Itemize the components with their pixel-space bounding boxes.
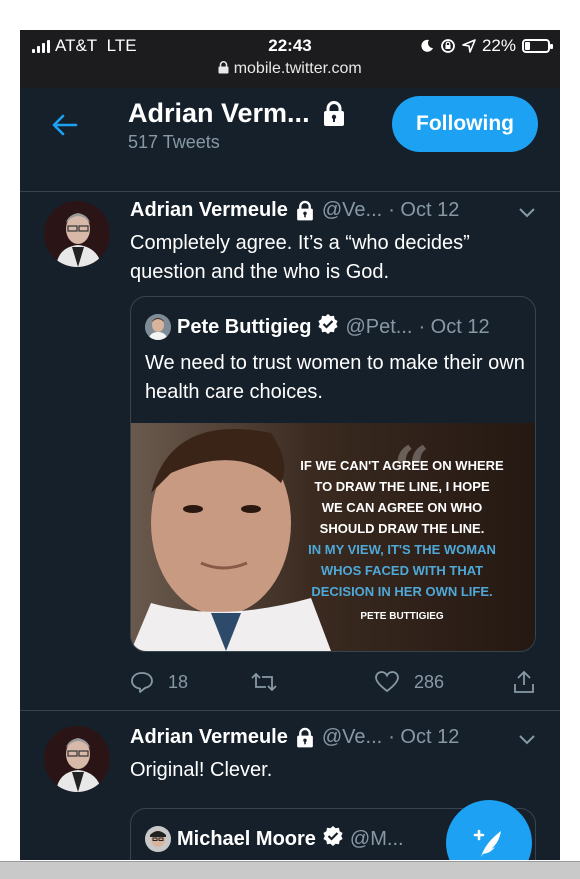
- quoted-author-handle: @Pet...: [345, 315, 413, 338]
- reply-count: 18: [168, 671, 189, 692]
- url-text: mobile.twitter.com: [233, 60, 362, 77]
- image-line-highlight: IN MY VIEW, IT'S THE WOMAN: [308, 542, 496, 557]
- rotation-lock-icon: [441, 39, 455, 53]
- protected-lock-icon: [294, 727, 316, 749]
- heart-icon: [375, 671, 399, 693]
- image-quote-text: IF WE CAN'T AGREE ON WHERE TO DRAW THE L…: [287, 455, 517, 627]
- tweet-actions: 18 286: [130, 670, 540, 700]
- image-line-highlight: WHOS FACED WITH THAT: [320, 563, 484, 578]
- image-line: WE CAN AGREE ON WHO: [321, 500, 483, 515]
- following-button[interactable]: Following: [392, 96, 538, 152]
- quoted-avatar: [145, 826, 171, 852]
- back-arrow-icon[interactable]: [50, 110, 80, 140]
- bottom-bar: [0, 861, 580, 879]
- tweet-header: Adrian Vermeule @Ve... · Oct 12: [130, 199, 459, 222]
- quoted-tweet[interactable]: Pete Buttigieg @Pet... · Oct 12 We need …: [130, 296, 536, 652]
- verified-badge-icon: [317, 313, 339, 341]
- like-button[interactable]: 286: [374, 670, 444, 694]
- tweet-count: 517 Tweets: [128, 132, 220, 152]
- verified-badge-icon: [322, 825, 344, 853]
- quoted-avatar: [145, 314, 171, 340]
- protected-lock-icon: [294, 200, 316, 222]
- battery-percent: 22%: [481, 36, 516, 55]
- image-line: IF WE CAN'T AGREE ON WHERE: [300, 458, 504, 473]
- profile-name-text: Adrian Verm...: [128, 98, 310, 128]
- quote-image[interactable]: “ IF WE CAN'T AGREE ON WHERE TO DRAW THE…: [131, 423, 535, 651]
- share-button[interactable]: [512, 670, 536, 694]
- tweet-header: Adrian Vermeule @Ve... · Oct 12: [130, 726, 459, 749]
- author-handle: @Ve...: [321, 199, 383, 221]
- battery-icon: [522, 39, 553, 53]
- avatar[interactable]: [44, 726, 110, 792]
- compose-quill-icon: [473, 829, 501, 857]
- retweet-button[interactable]: [250, 670, 278, 694]
- tweet[interactable]: Adrian Vermeule @Ve... · Oct 12 Complete…: [20, 193, 560, 711]
- tweet-text: Completely agree. It’s a “who decides” q…: [130, 232, 470, 283]
- status-icons: 22%: [420, 36, 553, 56]
- quoted-tweet-header: Michael Moore @M...: [145, 825, 404, 853]
- share-icon: [514, 670, 534, 693]
- quoted-tweet-date: · Oct 12: [418, 315, 490, 338]
- quoted-author-name: Michael Moore: [177, 827, 316, 850]
- image-line: SHOULD DRAW THE LINE.: [319, 521, 485, 536]
- quoted-author-name: Pete Buttigieg: [177, 315, 312, 338]
- image-attribution: PETE BUTTIGIEG: [360, 611, 444, 622]
- like-count: 286: [414, 671, 445, 692]
- retweet-icon: [251, 672, 277, 692]
- quoted-author-handle: @M...: [349, 827, 404, 850]
- padlock-icon: [218, 61, 229, 74]
- tweet-date: · Oct 12: [388, 726, 460, 748]
- phone-screen: AT&T LTE 22:43 22% mobile.twitter.com Ad…: [20, 30, 560, 860]
- profile-name: Adrian Verm...: [128, 98, 348, 129]
- tweet-text: Original! Clever.: [130, 759, 273, 781]
- chevron-down-icon[interactable]: [518, 734, 536, 746]
- author-name[interactable]: Adrian Vermeule: [130, 199, 288, 222]
- author-name[interactable]: Adrian Vermeule: [130, 726, 288, 749]
- header-divider: [20, 182, 560, 192]
- url-bar[interactable]: mobile.twitter.com: [20, 60, 560, 78]
- reply-button[interactable]: 18: [130, 670, 188, 694]
- author-handle: @Ve...: [321, 726, 383, 748]
- reply-icon: [131, 672, 153, 693]
- avatar[interactable]: [44, 201, 110, 267]
- moon-icon: [421, 39, 433, 52]
- location-icon: [462, 39, 476, 53]
- chevron-down-icon[interactable]: [518, 207, 536, 219]
- profile-header: Adrian Verm... 517 Tweets Following: [20, 88, 560, 192]
- protected-lock-icon: [320, 100, 348, 128]
- quoted-tweet-text: We need to trust women to make their own…: [145, 352, 525, 403]
- image-line: TO DRAW THE LINE, I HOPE: [314, 479, 490, 494]
- tweet-date: · Oct 12: [388, 199, 460, 221]
- quoted-tweet-header: Pete Buttigieg @Pet... · Oct 12: [145, 313, 490, 341]
- status-bar: AT&T LTE 22:43 22% mobile.twitter.com: [20, 30, 560, 88]
- image-line-highlight: DECISION IN HER OWN LIFE.: [311, 584, 493, 599]
